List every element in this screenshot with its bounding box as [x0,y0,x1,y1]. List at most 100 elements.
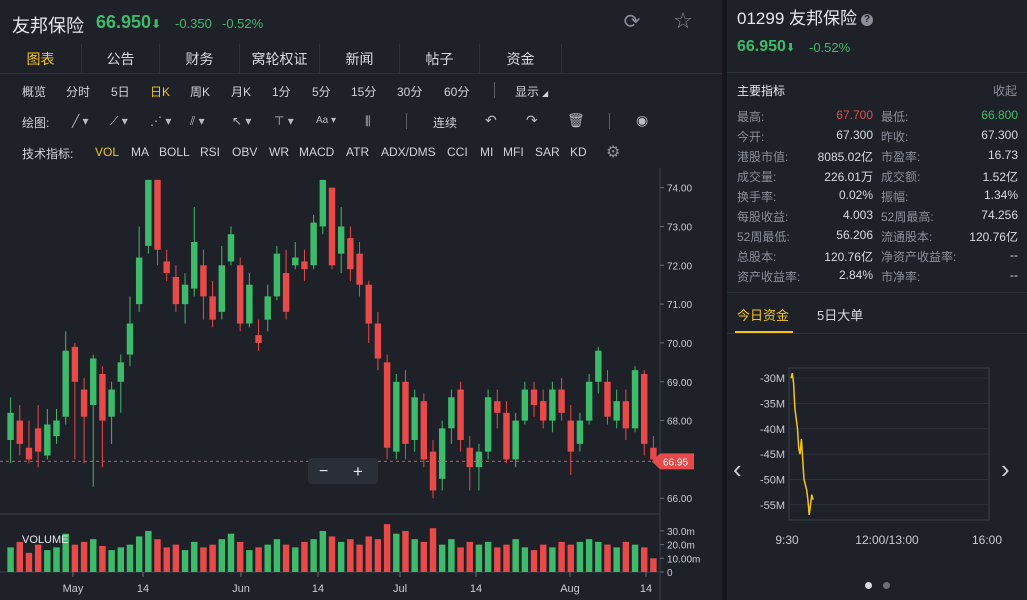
help-icon[interactable]: ? [861,13,873,26]
carousel-dot-active[interactable] [865,582,872,589]
volume-bar [438,544,446,572]
display-dropdown[interactable]: 显示 ◢ [515,83,548,100]
text-tool-icon[interactable]: ⊤ ▾ [274,114,294,128]
indicator-obv[interactable]: OBV [232,145,257,159]
indicator-macd[interactable]: MACD [299,145,334,159]
carousel-dot[interactable] [883,582,890,589]
indicator-bar: 技术指标: VOL MA BOLL RSI OBV WR MACD ATR ADX/DMS CCI M… [0,138,722,166]
continue-toggle[interactable]: 连续 [433,114,457,131]
tab-5day-big-orders[interactable]: 5日大单 [817,305,863,324]
tab-1[interactable]: 公告 [82,44,160,74]
indicator-vol[interactable]: VOL [95,145,119,159]
x-tick-label: Aug [560,583,580,595]
metric-value: 74.256 [981,208,1018,222]
metric-label: 52周最低: [737,230,790,244]
indicator-wr[interactable]: WR [269,145,289,159]
candle-body [356,253,363,285]
indicator-sar[interactable]: SAR [535,145,560,159]
font-tool-icon[interactable]: Aa ▾ [316,115,336,126]
chevron-right-icon[interactable]: › [1001,454,1010,485]
indicator-atr[interactable]: ATR [346,145,369,159]
candle-body [512,420,519,460]
candle-body [7,412,14,440]
period-8[interactable]: 15分 [351,83,376,100]
indicator-ma[interactable]: MA [131,145,149,159]
period-1[interactable]: 分时 [66,83,90,100]
indicators-title: 主要指标 [737,84,786,98]
metric-right-7: 净资产收益率: -- [881,248,1018,264]
candle-body [209,296,216,320]
volume-bar [99,546,106,572]
kline-chart[interactable]: 74.0073.0072.0071.0070.0069.0068.0067.00… [0,168,722,600]
volume-bar [503,544,510,572]
undo-icon[interactable]: ↶ [485,112,497,129]
period-4[interactable]: 周K [190,83,210,100]
period-7[interactable]: 5分 [312,83,331,100]
arrow-tool-icon[interactable]: ↖ ▾ [232,114,251,128]
volume-bar [613,547,620,572]
candle-body [53,420,60,437]
period-2[interactable]: 5日 [111,83,130,100]
channel-tool-icon[interactable]: ⫽ ▾ [190,114,205,129]
volume-bar [429,528,437,572]
collapse-button[interactable]: 收起 [993,82,1017,99]
period-3[interactable]: 日K [150,83,170,100]
period-9[interactable]: 30分 [397,83,422,100]
indicator-adx-dms[interactable]: ADX/DMS [381,145,436,159]
star-icon[interactable]: ☆ [670,8,696,34]
x-tick-label: 14 [312,583,324,595]
candle-body [255,335,262,343]
candle-body [80,389,88,417]
metric-label: 成交额: [881,170,921,184]
volume-bar [126,544,134,572]
line-tool-icon[interactable]: ╱ ▾ [72,114,89,128]
zigzag-tool-icon[interactable]: ⋰ ▾ [150,114,171,128]
tab-today-flow[interactable]: 今日资金 [737,305,789,324]
polyline-tool-icon[interactable]: ⟋ ▾ [110,114,128,129]
period-6[interactable]: 1分 [272,83,291,100]
volume-bar [25,552,33,572]
chevron-left-icon[interactable]: ‹ [733,454,742,485]
indicator-boll[interactable]: BOLL [159,145,190,159]
kline-svg[interactable]: 74.0073.0072.0071.0070.0069.0068.0067.00… [0,168,722,600]
volume-bar [200,547,207,572]
indicator-rsi[interactable]: RSI [200,145,220,159]
metric-value: 1.52亿 [982,170,1018,184]
period-separator [494,82,495,98]
refresh-icon[interactable]: ⟳ [620,10,644,34]
zoom-in-button[interactable]: + [353,462,363,481]
bars-tool-icon[interactable]: ⫼ [365,114,371,129]
tab-0[interactable]: 图表 [0,44,82,74]
indicator-cci[interactable]: CCI [447,145,468,159]
tool-separator [609,113,610,129]
indicator-mfi[interactable]: MFI [503,145,524,159]
candle-body [429,451,437,491]
period-5[interactable]: 月K [231,83,251,100]
candle-body [549,389,556,421]
panel-separator [727,72,1027,73]
gear-icon[interactable]: ⚙ [606,142,620,162]
tab-6[interactable]: 资金 [480,44,562,74]
indicator-kd[interactable]: KD [570,145,587,159]
tab-5[interactable]: 帖子 [400,44,480,74]
zoom-out-button[interactable]: − [319,463,328,480]
candle-body [191,242,198,289]
volume-bar [255,547,262,572]
metric-value: 56.206 [836,228,873,242]
period-10[interactable]: 60分 [444,83,469,100]
tab-2[interactable]: 财务 [160,44,240,74]
metric-left-6: 52周最低: 56.206 [737,228,873,244]
trash-icon[interactable]: 🗑 [567,112,585,129]
redo-icon[interactable]: ↷ [526,112,538,129]
volume-bar [494,547,501,572]
chart-bg [0,168,722,600]
indicator-mi[interactable]: MI [480,145,493,159]
flow-y-tick-label: -40M [760,424,785,436]
period-0[interactable]: 概览 [22,83,46,100]
candle-body [135,257,143,305]
candle-body [34,428,42,452]
tab-3[interactable]: 窝轮权证 [240,44,320,74]
tab-4[interactable]: 新闻 [320,44,400,74]
flow-x-tick-label: 9:30 [775,533,799,547]
eye-icon[interactable]: ◉ [636,112,648,129]
